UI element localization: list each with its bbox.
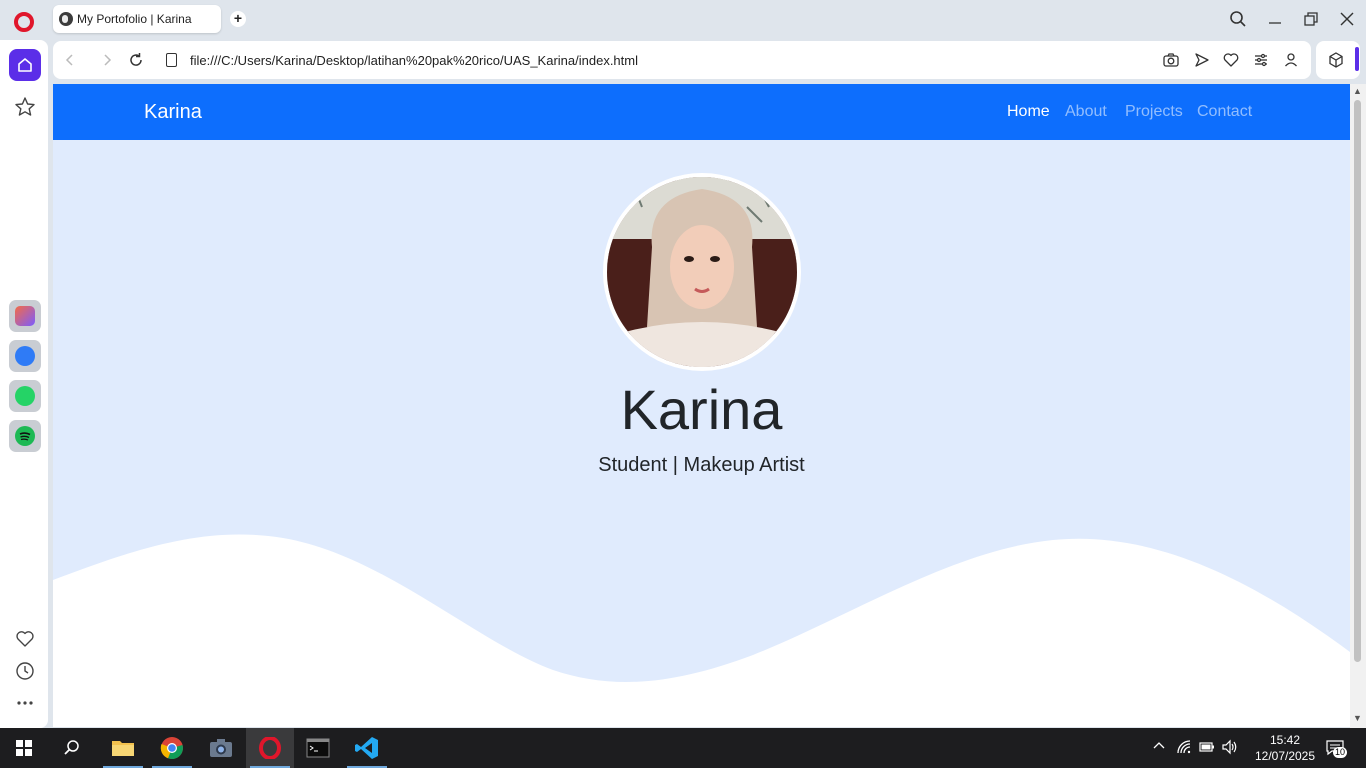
snapshot-icon[interactable]: [1161, 50, 1181, 70]
close-icon[interactable]: [1337, 10, 1357, 30]
start-icon[interactable]: [0, 728, 48, 768]
battery-icon[interactable]: [1198, 739, 1216, 757]
notification-count: 10: [1333, 747, 1348, 758]
send-icon[interactable]: [1192, 50, 1212, 70]
bookmark-heart-icon[interactable]: [1221, 50, 1241, 70]
notification-center-icon[interactable]: 10: [1324, 739, 1348, 758]
history-icon[interactable]: [10, 656, 40, 686]
hero-name: Karina: [620, 378, 783, 441]
taskbar-clock[interactable]: 15:42 12/07/2025: [1250, 732, 1320, 764]
hero-section: Karina Student | Makeup Artist: [53, 140, 1350, 727]
page-icon[interactable]: [166, 53, 177, 67]
forward-icon[interactable]: [97, 50, 117, 70]
scroll-up-arrow-icon[interactable]: ▲: [1353, 86, 1362, 96]
profile-photo: [603, 173, 801, 371]
back-icon[interactable]: [60, 50, 80, 70]
nav-home[interactable]: Home: [1007, 103, 1050, 121]
search-tabs-icon[interactable]: [1228, 10, 1248, 30]
nav-about[interactable]: About: [1065, 103, 1107, 121]
nav-projects[interactable]: Projects: [1125, 103, 1183, 121]
whatsapp-icon[interactable]: [9, 380, 41, 412]
browser-tab[interactable]: My Portofolio | Karina: [53, 5, 221, 33]
chevron-up-icon[interactable]: [1150, 739, 1168, 757]
profile-icon[interactable]: [1281, 50, 1301, 70]
navbar-brand[interactable]: Karina: [144, 101, 202, 124]
tab-title: My Portofolio | Karina: [77, 12, 192, 26]
chrome-icon[interactable]: [148, 728, 196, 768]
wifi-icon[interactable]: [1175, 739, 1193, 757]
home-icon[interactable]: [9, 49, 41, 81]
site-navbar: Karina Home About Projects Contact: [53, 84, 1350, 140]
star-icon[interactable]: [10, 92, 40, 122]
minimize-icon[interactable]: [1265, 10, 1285, 30]
scroll-thumb[interactable]: [1354, 100, 1361, 662]
page-viewport: Karina Home About Projects Contact Karin…: [53, 84, 1350, 727]
easy-setup-icon[interactable]: [1251, 50, 1271, 70]
browser-titlebar: My Portofolio | Karina +: [0, 0, 1366, 40]
aria-icon[interactable]: [9, 300, 41, 332]
scroll-down-arrow-icon[interactable]: ▼: [1353, 713, 1362, 723]
hero-subtitle: Student | Makeup Artist: [598, 454, 805, 476]
restore-icon[interactable]: [1301, 10, 1321, 30]
volume-icon[interactable]: [1221, 739, 1239, 757]
extensions-icon: [1329, 52, 1343, 68]
more-icon[interactable]: [10, 688, 40, 718]
reload-icon[interactable]: [126, 50, 146, 70]
opera-icon[interactable]: [246, 728, 294, 768]
page-scrollbar[interactable]: ▲ ▼: [1350, 84, 1366, 728]
search-icon[interactable]: [48, 728, 96, 768]
messenger-icon[interactable]: [9, 340, 41, 372]
globe-icon: [59, 12, 73, 26]
terminal-icon[interactable]: [294, 728, 342, 768]
clock-date: 12/07/2025: [1254, 749, 1316, 763]
opera-menu-icon[interactable]: [14, 12, 34, 32]
vscode-icon[interactable]: [343, 728, 391, 768]
address-bar: file:///C:/Users/Karina/Desktop/latihan%…: [53, 41, 1311, 79]
url-field[interactable]: file:///C:/Users/Karina/Desktop/latihan%…: [190, 53, 638, 68]
extensions-box[interactable]: [1316, 41, 1360, 79]
windows-taskbar: 15:42 12/07/2025 10: [0, 728, 1366, 768]
spotify-icon[interactable]: [9, 420, 41, 452]
nav-contact[interactable]: Contact: [1197, 103, 1252, 121]
heart-icon[interactable]: [10, 624, 40, 654]
sidebar-accent-bar: [1355, 47, 1359, 71]
new-tab-button[interactable]: +: [230, 11, 246, 27]
file-explorer-icon[interactable]: [99, 728, 147, 768]
clock-time: 15:42: [1269, 733, 1301, 747]
opera-sidebar: [0, 40, 48, 728]
camera-icon[interactable]: [197, 728, 245, 768]
